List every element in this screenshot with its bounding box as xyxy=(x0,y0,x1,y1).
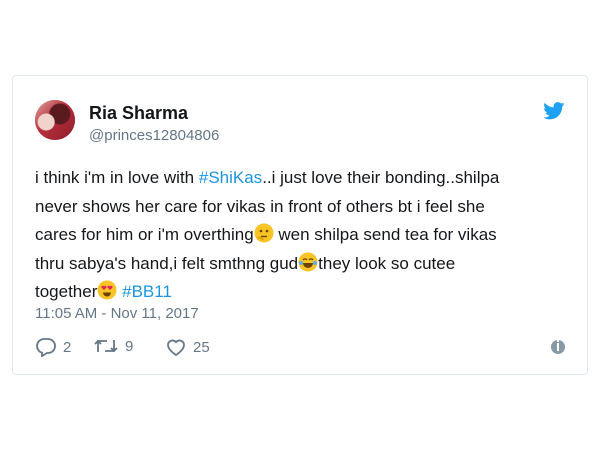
author-name[interactable]: Ria Sharma xyxy=(89,103,188,124)
tweet-text-segment: never shows her care for vikas in front … xyxy=(35,196,485,216)
twitter-bird-icon[interactable] xyxy=(543,102,565,120)
avatar[interactable] xyxy=(35,100,75,140)
like-count: 25 xyxy=(193,338,210,356)
tweet-text-segment: cares for him or i'm overthing xyxy=(35,225,254,244)
tweet-text-segment: together xyxy=(35,282,98,301)
like-button[interactable]: 25 xyxy=(165,337,210,357)
info-icon[interactable] xyxy=(551,340,565,354)
tweet-text-segment: i think i'm in love with xyxy=(35,168,199,187)
tears-of-joy-emoji xyxy=(298,252,318,272)
tweet-text-segment: thru sabya's hand,i felt smthng gud xyxy=(35,253,299,273)
reply-button[interactable]: 2 xyxy=(35,337,71,357)
tweet-text-line: thru sabya's hand,i felt smthng gud they … xyxy=(35,250,575,279)
tweet-text-segment: wen shilpa send tea for vikas xyxy=(273,225,497,244)
like-icon xyxy=(167,339,185,357)
tweet-text-line: never shows her care for vikas in front … xyxy=(35,193,575,222)
thinking-face-emoji xyxy=(254,223,274,243)
tweet-text-segment: they look so cutee xyxy=(318,253,456,273)
tweet-text: i think i'm in love with #ShiKas..i just… xyxy=(35,164,575,307)
tweet-text-segment: ..i just love their bonding..shilpa xyxy=(262,168,500,187)
tweet-text-line: cares for him or i'm overthing wen shilp… xyxy=(35,221,575,250)
reply-icon xyxy=(36,338,56,357)
tweet-text-line: together #BB11 xyxy=(35,278,575,307)
tweet-timestamp[interactable]: 11:05 AM - Nov 11, 2017 xyxy=(35,305,199,322)
retweet-icon xyxy=(94,339,118,353)
retweet-button[interactable]: 9 xyxy=(93,337,133,355)
tweet-text-line: i think i'm in love with #ShiKas..i just… xyxy=(35,164,575,193)
retweet-count: 9 xyxy=(125,337,134,355)
heart-eyes-emoji xyxy=(97,280,117,300)
author-handle[interactable]: @princes12804806 xyxy=(89,127,219,144)
hashtag-link[interactable]: #ShiKas xyxy=(199,168,262,187)
tweet-card: Ria Sharma @princes12804806 i think i'm … xyxy=(12,75,588,375)
hashtag-link[interactable]: #BB11 xyxy=(122,282,172,301)
reply-count: 2 xyxy=(63,338,72,356)
